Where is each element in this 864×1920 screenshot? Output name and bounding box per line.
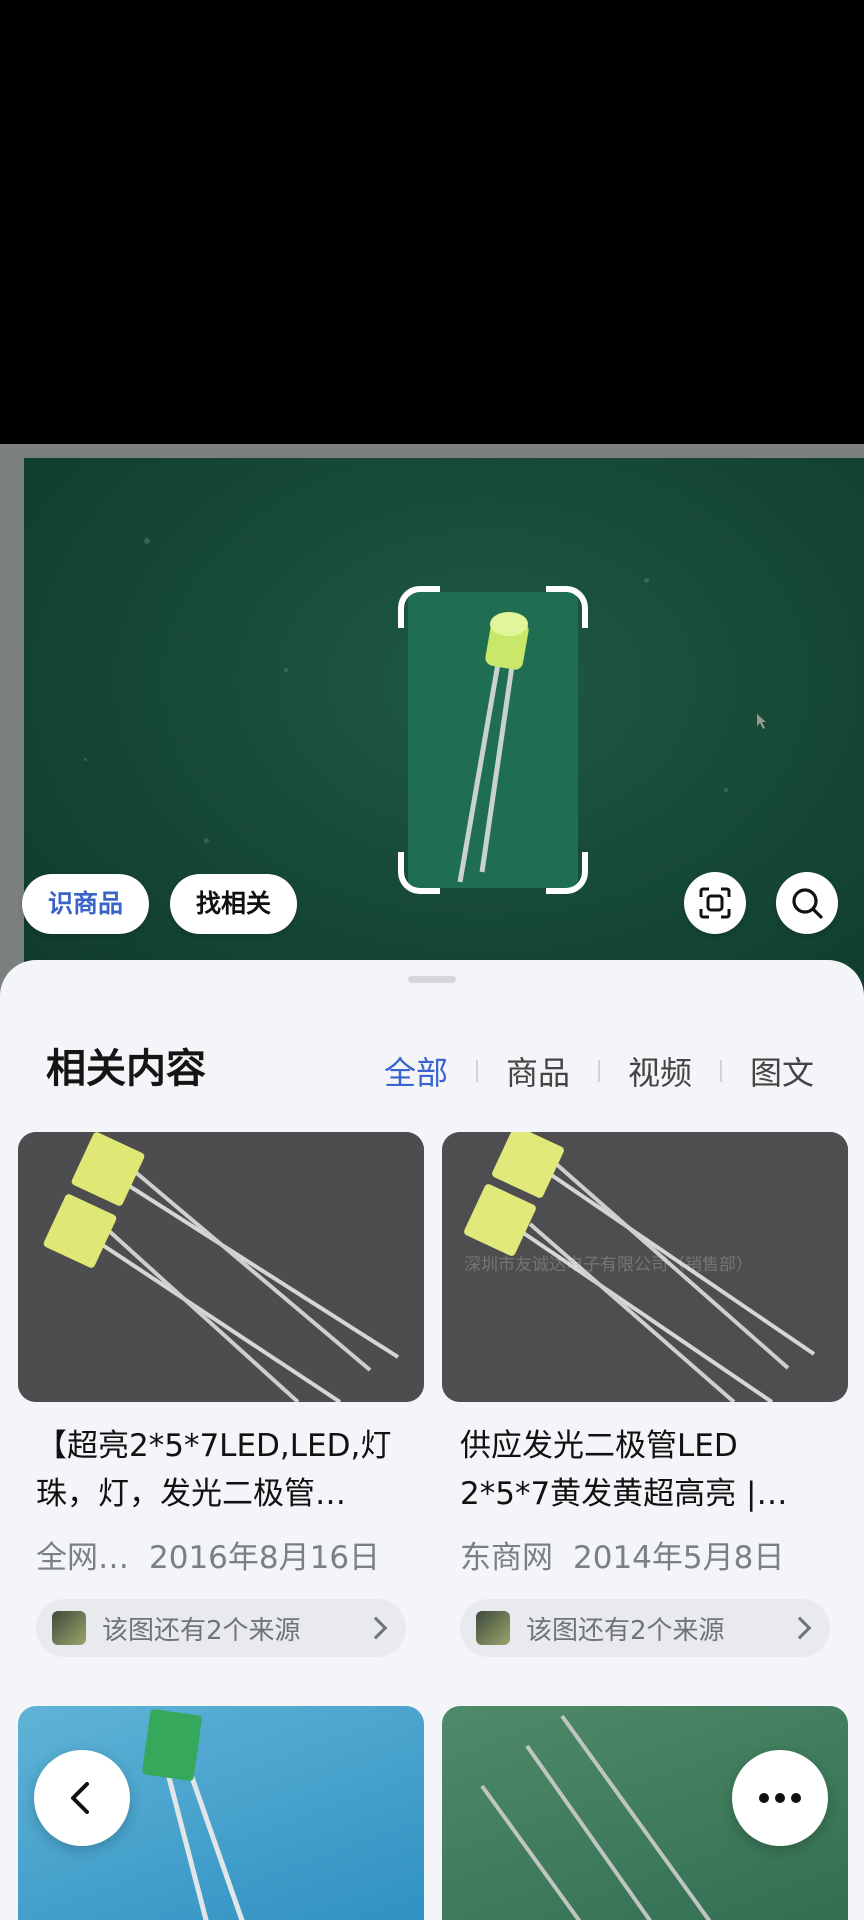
result-card[interactable]: 深圳市友诚达电子有限公司（销售部） 供应发光二极管LED 2*5*7黄发黄超高亮… — [442, 1132, 848, 1657]
find-related-button[interactable]: 找相关 — [170, 874, 298, 934]
search-button[interactable] — [776, 872, 838, 934]
sheet-title: 相关内容 — [46, 1046, 206, 1092]
result-source: 全网… — [36, 1540, 129, 1576]
source-thumbnail — [476, 1611, 510, 1645]
chevron-left-icon — [71, 1782, 89, 1814]
led-pair-photo — [18, 1132, 424, 1402]
result-title[interactable]: 供应发光二极管LED 2*5*7黄发黄超高亮 |… — [442, 1422, 848, 1518]
identify-product-button[interactable]: 识商品 — [22, 874, 150, 934]
chevron-right-icon — [788, 1616, 812, 1640]
more-dots-icon — [759, 1793, 801, 1803]
more-sources-label: 该图还有2个来源 — [526, 1615, 725, 1646]
selected-led-region — [408, 592, 578, 888]
result-card[interactable]: 【超亮2*5*7LED,LED,灯珠，灯，发光二极管… 全网… 2016年8月1… — [18, 1132, 424, 1657]
more-options-button[interactable] — [732, 1750, 828, 1846]
more-sources-label: 该图还有2个来源 — [102, 1615, 301, 1646]
tab-divider — [475, 1060, 478, 1082]
results-sheet: 相关内容 全部 商品 视频 图文 【超亮2*5*7LED,LED,灯珠，灯，发光… — [0, 960, 864, 1920]
crop-selection-frame[interactable] — [398, 586, 588, 894]
watermark-text: 深圳市友诚达电子有限公司（销售部） — [464, 1255, 753, 1275]
led-pair-photo: 深圳市友诚达电子有限公司（销售部） — [442, 1132, 848, 1402]
source-thumbnail — [52, 1611, 86, 1645]
screen: 识商品 找相关 相关内容 全部 商品 视频 图文 【超亮2*5*7LED,LED… — [0, 0, 864, 1920]
result-thumbnail[interactable] — [18, 1132, 424, 1402]
result-date: 2014年5月8日 — [573, 1540, 785, 1576]
result-thumbnail[interactable]: 深圳市友诚达电子有限公司（销售部） — [442, 1132, 848, 1402]
result-date: 2016年8月16日 — [149, 1540, 381, 1576]
tab-divider — [719, 1060, 722, 1082]
result-title[interactable]: 【超亮2*5*7LED,LED,灯珠，灯，发光二极管… — [18, 1422, 424, 1518]
tab-all[interactable]: 全部 — [384, 1048, 448, 1094]
tab-videos[interactable]: 视频 — [628, 1048, 692, 1094]
led-photo-graphic — [408, 592, 578, 888]
more-sources-button[interactable]: 该图还有2个来源 — [460, 1599, 830, 1657]
search-icon — [792, 888, 823, 919]
scan-button[interactable] — [684, 872, 746, 934]
more-sources-button[interactable]: 该图还有2个来源 — [36, 1599, 406, 1657]
scan-frame-icon — [699, 887, 731, 919]
filter-tabs: 全部 商品 视频 图文 — [384, 1048, 814, 1094]
sheet-drag-handle[interactable] — [408, 976, 456, 983]
result-meta: 全网… 2016年8月16日 — [18, 1532, 424, 1577]
chevron-right-icon — [364, 1616, 388, 1640]
tab-divider — [597, 1060, 600, 1082]
result-source: 东商网 — [460, 1540, 553, 1576]
cursor-mark-icon — [757, 714, 766, 729]
tab-articles[interactable]: 图文 — [750, 1048, 814, 1094]
back-button[interactable] — [34, 1750, 130, 1846]
result-meta: 东商网 2014年5月8日 — [442, 1532, 848, 1577]
tab-products[interactable]: 商品 — [506, 1048, 570, 1094]
